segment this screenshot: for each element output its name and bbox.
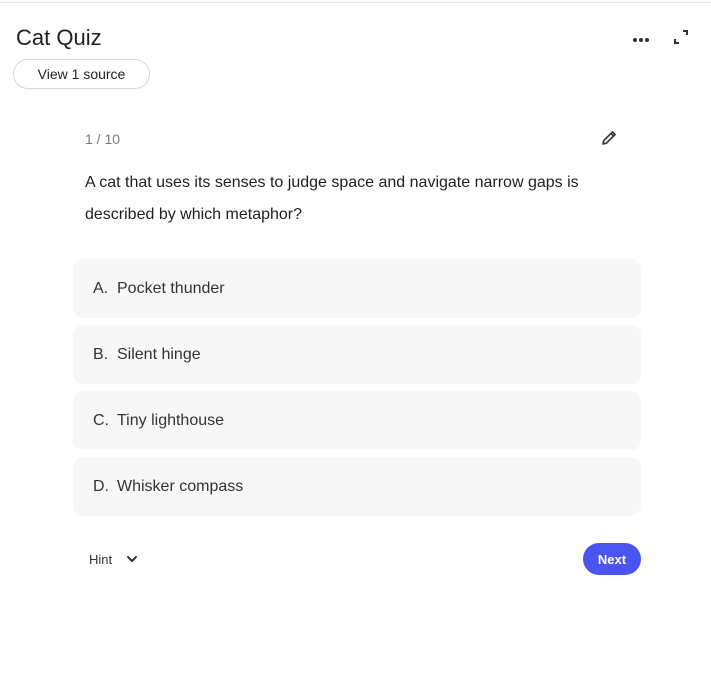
page-title: Cat Quiz (16, 25, 102, 50)
top-divider (0, 2, 711, 3)
hint-toggle[interactable]: Hint (89, 549, 138, 569)
option-letter: A. (93, 279, 109, 297)
question-text: A cat that uses its senses to judge spac… (85, 174, 579, 223)
more-horiz-icon (632, 30, 650, 48)
option-c[interactable]: C. Tiny lighthouse (73, 391, 641, 450)
more-options-button[interactable] (630, 28, 652, 50)
option-text: Pocket thunder (117, 279, 225, 297)
option-text: Silent hinge (117, 345, 201, 363)
question-counter: 1 / 10 (85, 131, 121, 147)
option-letter: B. (93, 345, 109, 363)
fullscreen-icon (673, 29, 689, 50)
option-a[interactable]: A. Pocket thunder (73, 259, 641, 318)
next-button[interactable]: Next (583, 543, 641, 575)
view-source-button[interactable]: View 1 source (13, 59, 150, 89)
hint-label: Hint (89, 551, 113, 567)
option-b[interactable]: B. Silent hinge (73, 325, 641, 384)
option-text: Tiny lighthouse (117, 411, 225, 429)
edit-button[interactable] (598, 129, 620, 151)
fullscreen-button[interactable] (670, 28, 692, 50)
chevron-down-icon (126, 555, 138, 563)
option-letter: D. (93, 477, 109, 495)
option-letter: C. (93, 411, 109, 429)
pencil-icon (600, 129, 618, 152)
option-d[interactable]: D. Whisker compass (73, 457, 641, 516)
answer-options: A. Pocket thunder B. Silent hinge C. Tin… (73, 259, 641, 523)
option-text: Whisker compass (117, 477, 244, 495)
